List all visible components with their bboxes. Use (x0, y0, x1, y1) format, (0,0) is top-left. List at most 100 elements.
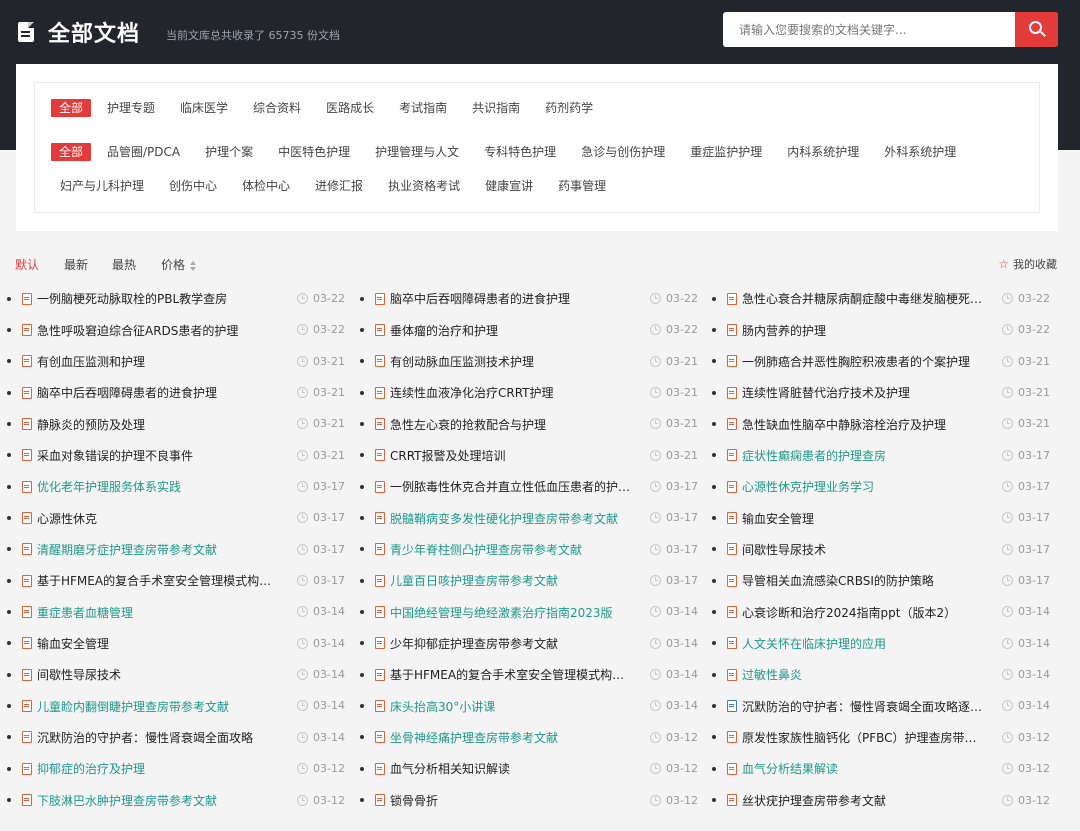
pdf-icon (375, 386, 385, 399)
doc-title-link[interactable]: 中国绝经管理与绝经激素治疗指南2023版 (390, 604, 635, 621)
doc-title-link[interactable]: 沉默防治的守护者：慢性肾衰竭全面攻略逐页讲解 (742, 698, 987, 715)
doc-list-item: 丝状疣护理查房带参考文献 03-12 (712, 785, 1052, 816)
filter-item[interactable]: 健康宣讲 (485, 177, 533, 195)
doc-title-link[interactable]: 连续性肾脏替代治疗技术及护理 (742, 384, 987, 401)
doc-title-link[interactable]: 基于HFMEA的复合手术室安全管理模式构建与应用 (390, 666, 635, 683)
doc-title-link[interactable]: 垂体瘤的治疗和护理 (390, 322, 635, 339)
doc-date: 03-17 (1018, 480, 1050, 494)
doc-title-link[interactable]: 间歇性导尿技术 (742, 541, 987, 558)
doc-title-link[interactable]: 优化老年护理服务体系实践 (37, 478, 282, 495)
doc-title-link[interactable]: 间歇性导尿技术 (37, 666, 282, 683)
clock-icon (650, 637, 661, 649)
filter-item[interactable]: 全部 (51, 143, 92, 161)
filter-item[interactable]: 体检中心 (242, 177, 290, 195)
doc-title-link[interactable]: 心源性休克 (37, 510, 282, 527)
doc-title-link[interactable]: 过敏性鼻炎 (742, 666, 987, 683)
doc-title-link[interactable]: 脱髓鞘病变多发性硬化护理查房带参考文献 (390, 510, 635, 527)
bullet-icon (360, 359, 364, 364)
filter-item[interactable]: 护理管理与人文 (375, 143, 459, 161)
doc-title-link[interactable]: 采血对象错误的护理不良事件 (37, 447, 282, 464)
filter-item[interactable]: 妇产与儿科护理 (60, 177, 144, 195)
doc-title-link[interactable]: 有创动脉血压监测技术护理 (390, 353, 635, 370)
filter-item[interactable]: 外科系统护理 (884, 143, 956, 161)
doc-title-link[interactable]: 血气分析相关知识解读 (390, 760, 635, 777)
doc-date: 03-17 (1018, 511, 1050, 525)
doc-title-link[interactable]: 急性心衰合并糖尿病酮症酸中毒继发脑梗死患者的护理 (742, 290, 987, 307)
search-button[interactable] (1015, 12, 1058, 47)
filter-item[interactable]: 品管圈/PDCA (107, 143, 180, 161)
filter-item[interactable]: 进修汇报 (315, 177, 363, 195)
filter-item[interactable]: 护理专题 (107, 99, 155, 117)
sort-price[interactable]: 价格 (161, 256, 197, 273)
sort-default[interactable]: 默认 (15, 256, 39, 273)
doc-title-link[interactable]: CRRT报警及处理培训 (390, 447, 635, 464)
doc-title-link[interactable]: 清醒期磨牙症护理查房带参考文献 (37, 541, 282, 558)
filter-item[interactable]: 药事管理 (558, 177, 606, 195)
filter-item[interactable]: 综合资料 (253, 99, 301, 117)
doc-date: 03-17 (313, 574, 345, 588)
doc-title-link[interactable]: 儿童睑内翻倒睫护理查房带参考文献 (37, 698, 282, 715)
filter-item[interactable]: 共识指南 (472, 99, 520, 117)
doc-title-link[interactable]: 床头抬高30°小讲课 (390, 698, 635, 715)
sort-hottest[interactable]: 最热 (112, 256, 136, 273)
doc-title-link[interactable]: 输血安全管理 (37, 635, 282, 652)
doc-title-link[interactable]: 症状性癫痫患者的护理查房 (742, 447, 987, 464)
doc-title-link[interactable]: 抑郁症的治疗及护理 (37, 760, 282, 777)
doc-title-link[interactable]: 一例脑梗死动脉取栓的PBL教学查房 (37, 290, 282, 307)
doc-title-link[interactable]: 下肢淋巴水肿护理查房带参考文献 (37, 792, 282, 809)
doc-title-link[interactable]: 一例脓毒性休克合并直立性低血压患者的护理查房 (390, 478, 635, 495)
filter-item[interactable]: 重症监护护理 (690, 143, 762, 161)
doc-title-link[interactable]: 连续性血液净化治疗CRRT护理 (390, 384, 635, 401)
doc-title-link[interactable]: 静脉炎的预防及处理 (37, 416, 282, 433)
filter-item[interactable]: 执业资格考试 (388, 177, 460, 195)
doc-title-link[interactable]: 丝状疣护理查房带参考文献 (742, 792, 987, 809)
doc-title-link[interactable]: 青少年脊柱侧凸护理查房带参考文献 (390, 541, 635, 558)
pdf-icon (727, 355, 737, 368)
pdf-icon (22, 606, 32, 619)
filter-item[interactable]: 医路成长 (326, 99, 374, 117)
filter-item[interactable]: 临床医学 (180, 99, 228, 117)
my-favorites-link[interactable]: ☆ 我的收藏 (998, 256, 1057, 272)
sort-newest[interactable]: 最新 (64, 256, 88, 273)
doc-title-link[interactable]: 沉默防治的守护者：慢性肾衰竭全面攻略 (37, 729, 282, 746)
doc-title-link[interactable]: 肠内营养的护理 (742, 322, 987, 339)
doc-title-link[interactable]: 原发性家族性脑钙化（PFBC）护理查房带参考文献 (742, 729, 987, 746)
doc-title-link[interactable]: 输血安全管理 (742, 510, 987, 527)
doc-title-link[interactable]: 急性缺血性脑卒中静脉溶栓治疗及护理 (742, 416, 987, 433)
clock-icon (297, 481, 308, 493)
search-input[interactable] (723, 12, 1015, 47)
doc-title-link[interactable]: 有创血压监测和护理 (37, 353, 282, 370)
doc-list-item: 沉默防治的守护者：慢性肾衰竭全面攻略 03-14 (7, 722, 347, 753)
doc-title-link[interactable]: 急性呼吸窘迫综合征ARDS患者的护理 (37, 322, 282, 339)
doc-title-link[interactable]: 心源性休克护理业务学习 (742, 478, 987, 495)
doc-title-link[interactable]: 重症患者血糖管理 (37, 604, 282, 621)
filter-item[interactable]: 专科特色护理 (484, 143, 556, 161)
clock-icon (1002, 731, 1013, 743)
doc-title-link[interactable]: 儿童百日咳护理查房带参考文献 (390, 572, 635, 589)
filter-item[interactable]: 考试指南 (399, 99, 447, 117)
doc-title-link[interactable]: 导管相关血流感染CRBSI的防护策略 (742, 572, 987, 589)
clock-icon (1002, 606, 1013, 618)
filter-item[interactable]: 内科系统护理 (787, 143, 859, 161)
filter-item[interactable]: 护理个案 (205, 143, 253, 161)
pdf-icon (727, 668, 737, 681)
doc-title-link[interactable]: 锁骨骨折 (390, 792, 635, 809)
filter-item[interactable]: 急诊与创伤护理 (581, 143, 665, 161)
doc-title-link[interactable]: 心衰诊断和治疗2024指南ppt（版本2） (742, 604, 987, 621)
filter-item[interactable]: 全部 (51, 99, 92, 117)
filter-item[interactable]: 创伤中心 (169, 177, 217, 195)
doc-title-link[interactable]: 一例肺癌合并恶性胸腔积液患者的个案护理 (742, 353, 987, 370)
doc-title-link[interactable]: 基于HFMEA的复合手术室安全管理模式构建与应用 (37, 572, 282, 589)
doc-date: 03-12 (313, 762, 345, 776)
pdf-icon (375, 355, 385, 368)
filter-item[interactable]: 中医特色护理 (278, 143, 350, 161)
doc-title-link[interactable]: 人文关怀在临床护理的应用 (742, 635, 987, 652)
doc-title-link[interactable]: 脑卒中后吞咽障碍患者的进食护理 (37, 384, 282, 401)
doc-title-link[interactable]: 脑卒中后吞咽障碍患者的进食护理 (390, 290, 635, 307)
doc-title-link[interactable]: 血气分析结果解读 (742, 760, 987, 777)
doc-title-link[interactable]: 少年抑郁症护理查房带参考文献 (390, 635, 635, 652)
doc-title-link[interactable]: 急性左心衰的抢救配合与护理 (390, 416, 635, 433)
doc-date: 03-21 (666, 354, 698, 368)
doc-title-link[interactable]: 坐骨神经痛护理查房带参考文献 (390, 729, 635, 746)
filter-item[interactable]: 药剂药学 (545, 99, 593, 117)
